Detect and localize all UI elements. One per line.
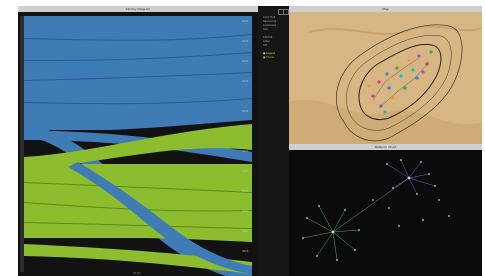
control-item[interactable]: hub xyxy=(263,28,268,31)
svg-text:0000: 0000 xyxy=(242,249,249,253)
control-item[interactable]: Color Hull xyxy=(263,16,275,19)
control-item[interactable]: Label xyxy=(263,40,270,43)
svg-text:0000: 0000 xyxy=(242,189,249,193)
blue-edges xyxy=(386,159,436,195)
svg-text:0000: 0000 xyxy=(242,169,249,173)
control-item[interactable]: Recoloring xyxy=(263,20,276,23)
svg-text:0000: 0000 xyxy=(242,19,249,23)
svg-text:0000: 0000 xyxy=(242,209,249,213)
sankey-flow-blue-top xyxy=(24,16,252,130)
network-panel: Network Chart xyxy=(289,144,482,276)
svg-text:0000: 0000 xyxy=(242,149,249,153)
network-chart[interactable] xyxy=(289,150,482,276)
control-panel: Color Hull Recoloring Customize hub STATUS La… xyxy=(258,6,289,276)
sankey-panel: Sankey Diagram 0000 0000 0000 0000 0000 000… xyxy=(18,6,258,276)
control-item[interactable]: ■ Shade xyxy=(263,56,274,59)
sankey-footer: [?] [?] xyxy=(133,272,141,275)
svg-text:0000: 0000 xyxy=(242,229,249,233)
map-view[interactable] xyxy=(289,12,482,144)
sankey-diagram[interactable]: 0000 0000 0000 0000 0000 0000 0000 0000 0000… xyxy=(18,12,258,276)
svg-text:0000: 0000 xyxy=(242,79,249,83)
green-edges xyxy=(302,205,360,261)
svg-text:0000: 0000 xyxy=(242,59,249,63)
control-item[interactable]: Customize xyxy=(263,24,276,27)
control-item[interactable]: ● Legend xyxy=(263,52,275,55)
svg-text:0000: 0000 xyxy=(242,109,249,113)
control-item[interactable]: STATUS xyxy=(263,36,272,39)
control-item[interactable]: Off xyxy=(263,44,267,47)
map-panel: Map xyxy=(289,6,482,144)
svg-text:0000: 0000 xyxy=(242,39,249,43)
